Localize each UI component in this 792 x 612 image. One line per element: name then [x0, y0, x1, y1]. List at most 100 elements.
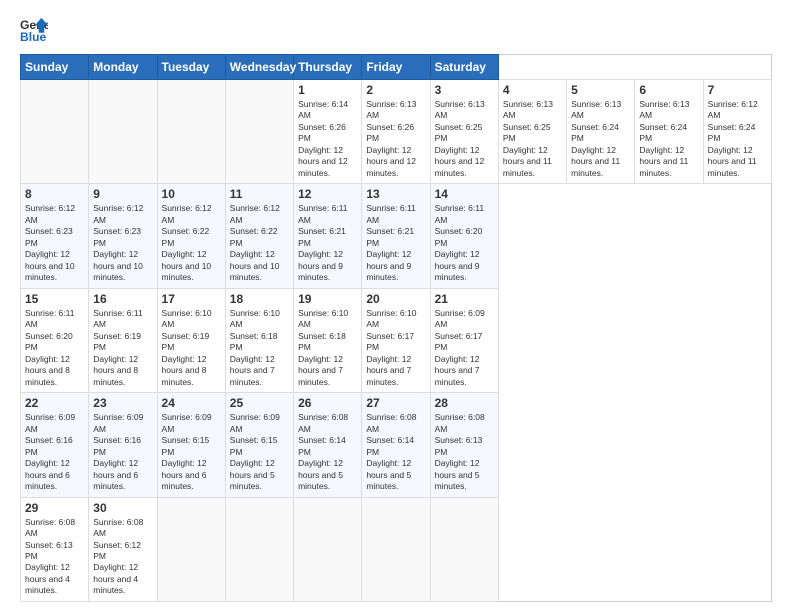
day-info: Sunrise: 6:10 AMSunset: 6:18 PMDaylight:…	[298, 308, 357, 388]
day-info: Sunrise: 6:10 AMSunset: 6:19 PMDaylight:…	[162, 308, 221, 388]
day-cell: 29 Sunrise: 6:08 AMSunset: 6:13 PMDayligh…	[21, 497, 89, 601]
day-cell: 24Sunrise: 6:09 AMSunset: 6:15 PMDayligh…	[157, 393, 225, 497]
day-number: 14	[435, 187, 494, 201]
day-number: 2	[366, 83, 425, 97]
day-cell	[362, 497, 430, 601]
day-number: 30	[93, 501, 152, 515]
day-number: 18	[230, 292, 289, 306]
day-number: 6	[639, 83, 698, 97]
day-cell	[225, 80, 293, 184]
day-info: Sunrise: 6:09 AMSunset: 6:15 PMDaylight:…	[230, 412, 289, 492]
day-cell	[294, 497, 362, 601]
day-cell: 5Sunrise: 6:13 AMSunset: 6:24 PMDaylight…	[567, 80, 635, 184]
day-info: Sunrise: 6:13 AMSunset: 6:25 PMDaylight:…	[435, 99, 494, 179]
day-cell: 7 Sunrise: 6:12 AMSunset: 6:24 PMDaylight…	[703, 80, 771, 184]
day-cell	[430, 497, 498, 601]
day-number: 10	[162, 187, 221, 201]
day-number: 27	[366, 396, 425, 410]
day-info: Sunrise: 6:12 AMSunset: 6:22 PMDaylight:…	[162, 203, 221, 283]
day-info: Sunrise: 6:12 AMSunset: 6:22 PMDaylight:…	[230, 203, 289, 283]
day-cell: 30 Sunrise: 6:08 AMSunset: 6:12 PMDayligh…	[89, 497, 157, 601]
day-info: Sunrise: 6:11 AMSunset: 6:21 PMDaylight:…	[366, 203, 425, 283]
day-info: Sunrise: 6:11 AMSunset: 6:20 PMDaylight:…	[435, 203, 494, 283]
day-info: Sunrise: 6:08 AMSunset: 6:14 PMDaylight:…	[298, 412, 357, 492]
day-number: 23	[93, 396, 152, 410]
day-number: 1	[298, 83, 357, 97]
day-cell: 17 Sunrise: 6:10 AMSunset: 6:19 PMDayligh…	[157, 288, 225, 392]
col-header-monday: Monday	[89, 55, 157, 80]
day-number: 7	[708, 83, 767, 97]
day-cell	[225, 497, 293, 601]
day-number: 29	[25, 501, 84, 515]
col-header-thursday: Thursday	[294, 55, 362, 80]
day-number: 21	[435, 292, 494, 306]
day-number: 9	[93, 187, 152, 201]
day-info: Sunrise: 6:09 AMSunset: 6:16 PMDaylight:…	[93, 412, 152, 492]
day-number: 28	[435, 396, 494, 410]
day-info: Sunrise: 6:08 AMSunset: 6:14 PMDaylight:…	[366, 412, 425, 492]
calendar-table: SundayMondayTuesdayWednesdayThursdayFrid…	[20, 54, 772, 602]
day-cell: 16 Sunrise: 6:11 AMSunset: 6:19 PMDayligh…	[89, 288, 157, 392]
day-info: Sunrise: 6:14 AMSunset: 6:26 PMDaylight:…	[298, 99, 357, 179]
day-cell: 28 Sunrise: 6:08 AMSunset: 6:13 PMDayligh…	[430, 393, 498, 497]
day-cell: 9 Sunrise: 6:12 AMSunset: 6:23 PMDaylight…	[89, 184, 157, 288]
day-cell	[89, 80, 157, 184]
day-cell: 15 Sunrise: 6:11 AMSunset: 6:20 PMDayligh…	[21, 288, 89, 392]
day-number: 15	[25, 292, 84, 306]
page: General Blue SundayMondayTuesdayWednesda…	[0, 0, 792, 612]
week-row-5: 29 Sunrise: 6:08 AMSunset: 6:13 PMDayligh…	[21, 497, 772, 601]
day-number: 17	[162, 292, 221, 306]
day-cell: 27 Sunrise: 6:08 AMSunset: 6:14 PMDayligh…	[362, 393, 430, 497]
day-cell: 22Sunrise: 6:09 AMSunset: 6:16 PMDayligh…	[21, 393, 89, 497]
day-cell: 20 Sunrise: 6:10 AMSunset: 6:17 PMDayligh…	[362, 288, 430, 392]
col-header-friday: Friday	[362, 55, 430, 80]
header: General Blue	[20, 16, 772, 44]
day-info: Sunrise: 6:13 AMSunset: 6:24 PMDaylight:…	[639, 99, 698, 179]
day-cell	[157, 497, 225, 601]
day-cell: 2 Sunrise: 6:13 AMSunset: 6:26 PMDaylight…	[362, 80, 430, 184]
day-info: Sunrise: 6:11 AMSunset: 6:19 PMDaylight:…	[93, 308, 152, 388]
day-info: Sunrise: 6:13 AMSunset: 6:26 PMDaylight:…	[366, 99, 425, 179]
day-info: Sunrise: 6:08 AMSunset: 6:13 PMDaylight:…	[25, 517, 84, 597]
logo-icon: General Blue	[20, 16, 48, 44]
day-cell: 10 Sunrise: 6:12 AMSunset: 6:22 PMDayligh…	[157, 184, 225, 288]
day-cell: 1 Sunrise: 6:14 AMSunset: 6:26 PMDaylight…	[294, 80, 362, 184]
day-cell: 3Sunrise: 6:13 AMSunset: 6:25 PMDaylight…	[430, 80, 498, 184]
day-number: 5	[571, 83, 630, 97]
week-row-1: 1 Sunrise: 6:14 AMSunset: 6:26 PMDaylight…	[21, 80, 772, 184]
day-info: Sunrise: 6:11 AMSunset: 6:21 PMDaylight:…	[298, 203, 357, 283]
day-number: 4	[503, 83, 562, 97]
day-number: 8	[25, 187, 84, 201]
day-cell: 14 Sunrise: 6:11 AMSunset: 6:20 PMDayligh…	[430, 184, 498, 288]
day-info: Sunrise: 6:13 AMSunset: 6:25 PMDaylight:…	[503, 99, 562, 179]
day-info: Sunrise: 6:09 AMSunset: 6:17 PMDaylight:…	[435, 308, 494, 388]
day-info: Sunrise: 6:11 AMSunset: 6:20 PMDaylight:…	[25, 308, 84, 388]
day-cell: 4 Sunrise: 6:13 AMSunset: 6:25 PMDaylight…	[498, 80, 566, 184]
day-cell: 19 Sunrise: 6:10 AMSunset: 6:18 PMDayligh…	[294, 288, 362, 392]
day-info: Sunrise: 6:08 AMSunset: 6:13 PMDaylight:…	[435, 412, 494, 492]
day-number: 19	[298, 292, 357, 306]
col-header-wednesday: Wednesday	[225, 55, 293, 80]
day-info: Sunrise: 6:08 AMSunset: 6:12 PMDaylight:…	[93, 517, 152, 597]
day-info: Sunrise: 6:09 AMSunset: 6:15 PMDaylight:…	[162, 412, 221, 492]
day-number: 26	[298, 396, 357, 410]
day-cell: 12 Sunrise: 6:11 AMSunset: 6:21 PMDayligh…	[294, 184, 362, 288]
day-number: 13	[366, 187, 425, 201]
day-info: Sunrise: 6:10 AMSunset: 6:18 PMDaylight:…	[230, 308, 289, 388]
day-number: 12	[298, 187, 357, 201]
day-info: Sunrise: 6:12 AMSunset: 6:23 PMDaylight:…	[93, 203, 152, 283]
day-info: Sunrise: 6:12 AMSunset: 6:24 PMDaylight:…	[708, 99, 767, 179]
day-cell: 23 Sunrise: 6:09 AMSunset: 6:16 PMDayligh…	[89, 393, 157, 497]
day-info: Sunrise: 6:09 AMSunset: 6:16 PMDaylight:…	[25, 412, 84, 492]
col-header-sunday: Sunday	[21, 55, 89, 80]
day-cell: 26 Sunrise: 6:08 AMSunset: 6:14 PMDayligh…	[294, 393, 362, 497]
day-cell: 25Sunrise: 6:09 AMSunset: 6:15 PMDayligh…	[225, 393, 293, 497]
day-info: Sunrise: 6:10 AMSunset: 6:17 PMDaylight:…	[366, 308, 425, 388]
day-number: 20	[366, 292, 425, 306]
day-info: Sunrise: 6:12 AMSunset: 6:23 PMDaylight:…	[25, 203, 84, 283]
week-row-4: 22Sunrise: 6:09 AMSunset: 6:16 PMDayligh…	[21, 393, 772, 497]
day-cell	[157, 80, 225, 184]
calendar-header-row: SundayMondayTuesdayWednesdayThursdayFrid…	[21, 55, 772, 80]
day-number: 16	[93, 292, 152, 306]
week-row-3: 15 Sunrise: 6:11 AMSunset: 6:20 PMDayligh…	[21, 288, 772, 392]
